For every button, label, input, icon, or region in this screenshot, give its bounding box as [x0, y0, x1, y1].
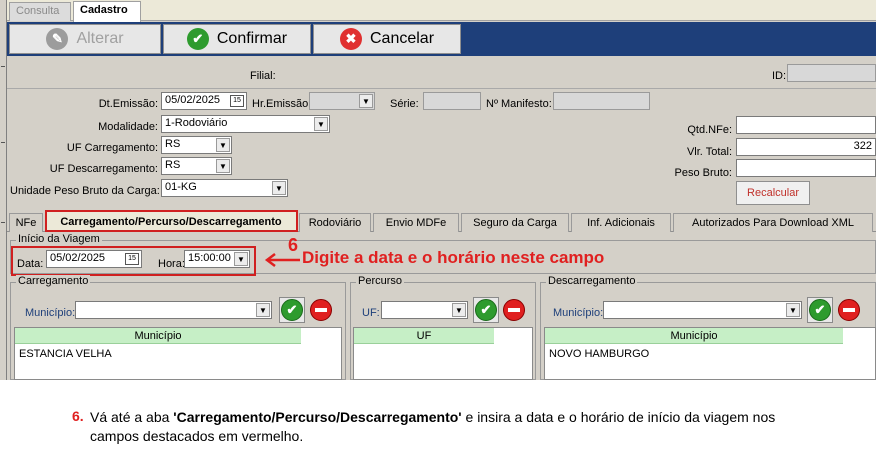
percurso-label: Percurso: [356, 275, 405, 287]
filial-label: Filial:: [250, 70, 276, 82]
mdfe-window: Consulta Cadastro ✎ Alterar ✔ Confirmar …: [0, 0, 876, 380]
tab-inf-adicionais[interactable]: Inf. Adicionais: [571, 213, 671, 232]
manifesto-field[interactable]: [553, 92, 650, 110]
chevron-down-icon[interactable]: ▼: [256, 303, 270, 317]
modalidade-value: 1-Rodoviário: [165, 117, 228, 129]
footer-text-before: Vá até a aba: [90, 409, 174, 425]
dt-emissao-field[interactable]: 05/02/2025 15: [161, 92, 247, 110]
chevron-down-icon[interactable]: ▼: [272, 181, 286, 195]
serie-label: Série:: [390, 98, 419, 110]
descarregamento-municipio-label: Município:: [553, 307, 604, 319]
percurso-grid: UF: [353, 327, 533, 380]
descarregamento-municipio-select[interactable]: ▼: [603, 301, 802, 319]
vlr-total-label: Vlr. Total:: [686, 146, 732, 158]
highlight-tab-box: [45, 210, 298, 232]
confirmar-label: Confirmar: [216, 30, 288, 47]
uf-descarregamento-select[interactable]: RS ▼: [161, 157, 232, 175]
separator: [7, 88, 876, 89]
chevron-down-icon[interactable]: ▼: [786, 303, 800, 317]
recalcular-button[interactable]: Recalcular: [736, 181, 810, 205]
highlight-date-time-box: [11, 246, 256, 276]
carregamento-municipio-label: Município:: [25, 307, 76, 319]
chevron-down-icon[interactable]: ▼: [216, 138, 230, 152]
peso-bruto-label: Peso Bruto:: [674, 167, 732, 179]
carregamento-column-header: Município: [15, 328, 301, 344]
vlr-total-field[interactable]: 322: [736, 138, 876, 156]
close-icon: ✖: [339, 28, 362, 50]
hr-emissao-label: Hr.Emissão:: [252, 98, 312, 110]
tab-autorizados-download-xml[interactable]: Autorizados Para Download XML: [673, 213, 873, 232]
calendar-icon[interactable]: 15: [230, 95, 244, 107]
pencil-icon: ✎: [46, 28, 69, 50]
minus-icon[interactable]: [310, 299, 332, 321]
left-window-edge: [0, 0, 7, 380]
footer-instruction: Vá até a aba 'Carregamento/Percurso/Desc…: [90, 408, 810, 446]
dt-emissao-value: 05/02/2025: [165, 94, 221, 106]
manifesto-label: Nº Manifesto:: [486, 98, 552, 110]
id-field[interactable]: [787, 64, 876, 82]
tab-consulta[interactable]: Consulta: [9, 2, 71, 21]
percurso-column-header: UF: [354, 328, 494, 344]
check-icon[interactable]: ✔: [809, 299, 831, 321]
percurso-uf-select[interactable]: ▼: [381, 301, 468, 319]
check-icon[interactable]: ✔: [281, 299, 303, 321]
tab-seguro-da-carga[interactable]: Seguro da Carga: [461, 213, 569, 232]
carregamento-municipio-select[interactable]: ▼: [75, 301, 272, 319]
unidade-peso-select[interactable]: 01-KG ▼: [161, 179, 288, 197]
modalidade-label: Modalidade:: [98, 121, 158, 133]
hr-emissao-field[interactable]: ▼: [309, 92, 375, 110]
chevron-down-icon[interactable]: ▼: [216, 159, 230, 173]
minus-icon[interactable]: [838, 299, 860, 321]
cancelar-button[interactable]: ✖ Cancelar: [313, 24, 461, 54]
cancelar-label: Cancelar: [369, 30, 435, 47]
chevron-down-icon[interactable]: ▼: [314, 117, 328, 131]
chevron-down-icon[interactable]: ▼: [359, 94, 373, 108]
uf-carregamento-select[interactable]: RS ▼: [161, 136, 232, 154]
descarregamento-grid: Município NOVO HAMBURGO: [544, 327, 876, 380]
peso-bruto-field[interactable]: [736, 159, 876, 177]
id-label: ID:: [772, 70, 787, 82]
annotation-text: Digite a data e o horário neste campo: [302, 248, 605, 267]
confirmar-button[interactable]: ✔ Confirmar: [163, 24, 311, 54]
table-row[interactable]: ESTANCIA VELHA: [19, 348, 112, 360]
descarregamento-label: Descarregamento: [546, 275, 638, 287]
tab-envio-mdfe[interactable]: Envio MDFe: [373, 213, 459, 232]
modalidade-select[interactable]: 1-Rodoviário ▼: [161, 115, 330, 133]
chevron-down-icon[interactable]: ▼: [452, 303, 466, 317]
footer-step-number: 6.: [72, 408, 84, 424]
uf-carregamento-label: UF Carregamento:: [66, 142, 158, 154]
alterar-label: Alterar: [76, 30, 124, 47]
descarregamento-column-header: Município: [545, 328, 843, 344]
inicio-viagem-label: Início da Viagem: [16, 233, 102, 245]
arrow-left-icon: [264, 253, 300, 267]
footer-text-bold: 'Carregamento/Percurso/Descarregamento': [173, 409, 462, 425]
table-row[interactable]: NOVO HAMBURGO: [549, 348, 649, 360]
serie-field[interactable]: [423, 92, 481, 110]
carregamento-grid: Município ESTANCIA VELHA: [14, 327, 342, 380]
minus-icon[interactable]: [503, 299, 525, 321]
uf-descarregamento-value: RS: [165, 159, 181, 171]
percurso-uf-label: UF:: [362, 307, 380, 319]
check-icon[interactable]: ✔: [475, 299, 497, 321]
carregamento-label: Carregamento: [16, 275, 91, 287]
tab-rodoviario[interactable]: Rodoviário: [299, 213, 371, 232]
alterar-button[interactable]: ✎ Alterar: [9, 24, 161, 54]
toolbar: ✎ Alterar ✔ Confirmar ✖ Cancelar: [7, 22, 876, 56]
qtd-nfe-label: Qtd.NFe:: [687, 124, 732, 136]
qtd-nfe-field[interactable]: [736, 116, 876, 134]
main-tab-strip: Consulta Cadastro: [7, 0, 876, 22]
unidade-peso-label: Unidade Peso Bruto da Carga:: [10, 185, 160, 197]
tab-nfe[interactable]: NFe: [9, 213, 43, 232]
uf-descarregamento-label: UF Descarregamento:: [49, 163, 158, 175]
tab-cadastro[interactable]: Cadastro: [73, 1, 141, 22]
unidade-peso-value: 01-KG: [165, 181, 197, 193]
check-icon: ✔: [186, 28, 209, 50]
dt-emissao-label: Dt.Emissão:: [98, 98, 158, 110]
uf-carregamento-value: RS: [165, 138, 181, 150]
